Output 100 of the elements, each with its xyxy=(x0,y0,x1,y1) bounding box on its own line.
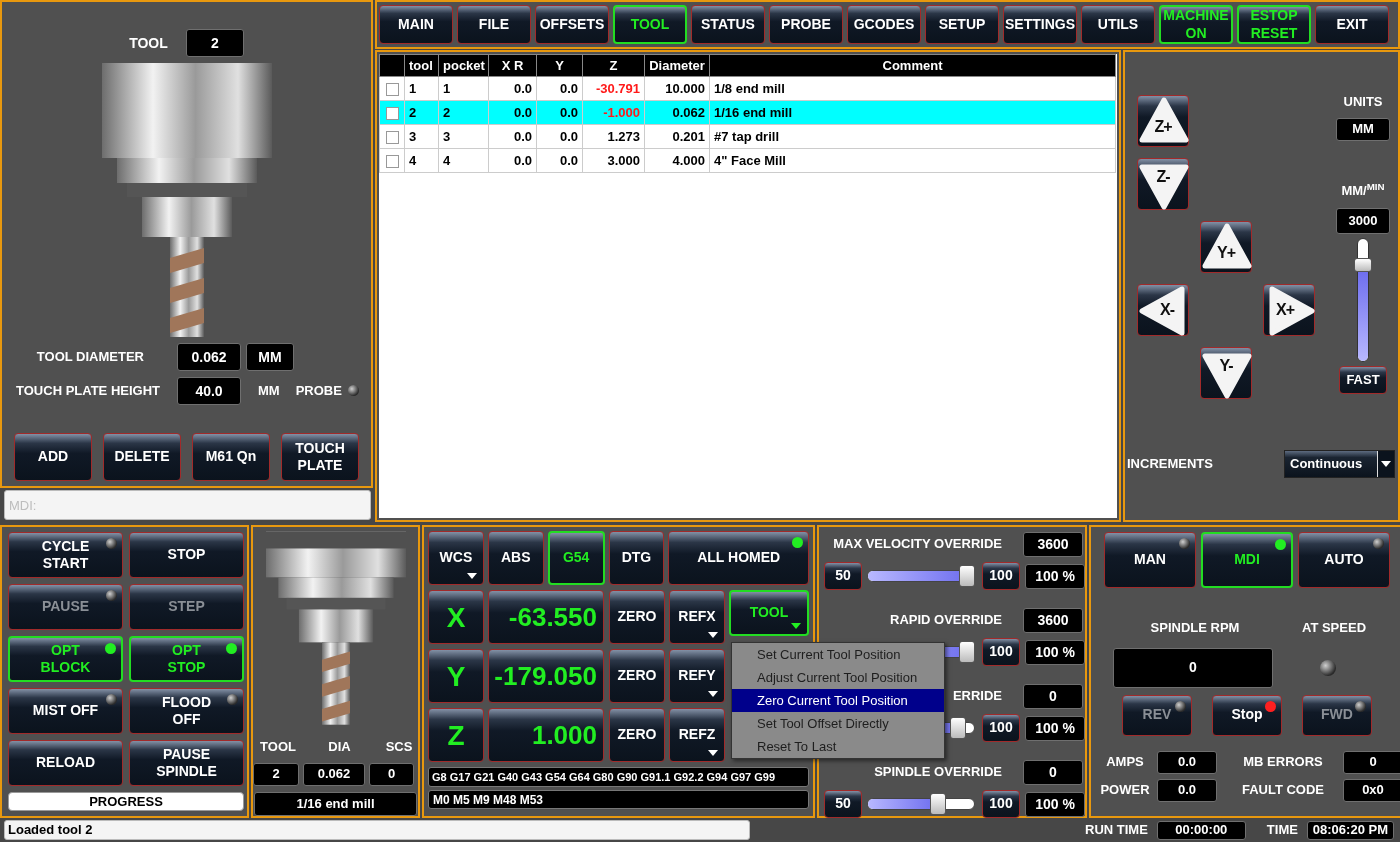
mode-button[interactable]: MDI xyxy=(1201,532,1293,588)
stat-value-field: 0.0 xyxy=(1157,750,1217,774)
field-label: TOUCH PLATE HEIGHT xyxy=(15,382,161,401)
zero-button[interactable]: ZERO xyxy=(609,649,665,703)
override-label: RAPID OVERRIDE xyxy=(890,611,1002,630)
jog-button[interactable]: Z+ xyxy=(1137,95,1189,147)
axis-position-readout: -179.050 xyxy=(488,649,604,703)
tool-action-button[interactable]: M61 Qn xyxy=(192,433,270,481)
table-row[interactable]: 4 4 0.0 0.0 3.000 4.000 4" Face Mill xyxy=(379,148,1116,173)
program-button[interactable]: MIST OFF xyxy=(8,688,123,734)
jog-button[interactable]: Z- xyxy=(1137,158,1189,210)
nav-tab[interactable]: PROBE xyxy=(769,5,843,44)
increments-dropdown[interactable]: Continuous xyxy=(1284,450,1395,478)
program-button[interactable]: PAUSE SPINDLE xyxy=(129,740,244,786)
axis-label: Y xyxy=(428,649,484,703)
tool-action-button[interactable]: TOUCH PLATE xyxy=(281,433,359,481)
menu-item[interactable]: Set Current Tool Position xyxy=(732,643,944,666)
nav-tab[interactable]: SETTINGS xyxy=(1003,5,1077,44)
column-header: Comment xyxy=(709,54,1116,77)
table-cell: 0.0 xyxy=(488,76,537,101)
override-label: SPINDLE OVERRIDE xyxy=(874,763,1002,782)
table-cell: 2 xyxy=(404,100,439,125)
override-value-field: 3600 xyxy=(1023,531,1083,557)
table-cell: 3 xyxy=(404,124,439,149)
program-button[interactable]: FLOOD OFF xyxy=(129,688,244,734)
column-header: Y xyxy=(536,54,583,77)
tool-action-button[interactable]: DELETE xyxy=(103,433,181,481)
zero-button[interactable]: ZERO xyxy=(609,708,665,762)
override-value-field: 0 xyxy=(1023,759,1083,785)
units-label: UNITS xyxy=(1343,93,1383,111)
axis-label: Z xyxy=(428,708,484,762)
nav-tab[interactable]: MAIN xyxy=(379,5,453,44)
menu-item[interactable]: Set Tool Offset Directly xyxy=(732,712,944,735)
table-cell: 4.000 xyxy=(644,148,710,173)
home-axis-button[interactable]: REFZ xyxy=(669,708,725,762)
nav-tab[interactable]: TOOL xyxy=(613,5,687,44)
spindle-rpm-readout: 0 xyxy=(1113,647,1273,688)
mode-button[interactable]: AUTO xyxy=(1298,532,1390,588)
table-cell: 2 xyxy=(438,100,489,125)
toggle-button[interactable]: MACHINE ON xyxy=(1159,5,1233,44)
active-gcodes-field: G8 G17 G21 G40 G43 G54 G64 G80 G90 G91.1 G92.2 G94 G97 G99 xyxy=(428,767,809,787)
info-value-field: 2 xyxy=(253,762,299,786)
progress-label: PROGRESS xyxy=(89,793,163,810)
increments-label: INCREMENTS xyxy=(1127,455,1213,474)
diameter-field: 0.062 xyxy=(177,343,241,371)
menu-item[interactable]: Zero Current Tool Position xyxy=(732,689,944,712)
jog-button[interactable]: Y+ xyxy=(1200,221,1252,273)
table-cell: 1.273 xyxy=(582,124,645,149)
menu-item[interactable]: Adjust Current Tool Position xyxy=(732,666,944,689)
column-header: tool xyxy=(404,54,439,77)
program-button[interactable]: OPT STOP xyxy=(129,636,244,682)
program-button[interactable]: OPT BLOCK xyxy=(8,636,123,682)
max-override-button[interactable]: 100 xyxy=(982,638,1020,666)
dro-mode-button[interactable]: ALL HOMED xyxy=(668,531,809,585)
fast-button[interactable]: FAST xyxy=(1339,366,1387,394)
jog-button[interactable]: Y- xyxy=(1200,347,1252,399)
tool-offset-button[interactable]: TOOL xyxy=(729,590,809,636)
column-header: X R xyxy=(488,54,537,77)
max-override-button[interactable]: 100 xyxy=(982,790,1020,818)
table-cell: 1/8 end mill xyxy=(709,76,1116,101)
table-row[interactable]: 3 3 0.0 0.0 1.273 0.201 #7 tap drill xyxy=(379,124,1116,149)
table-row[interactable]: 2 2 0.0 0.0 -1.000 0.062 1/16 end mill xyxy=(379,100,1116,125)
nav-tab[interactable]: STATUS xyxy=(691,5,765,44)
dro-mode-button[interactable]: DTG xyxy=(608,531,665,585)
spindle-button[interactable]: Stop xyxy=(1212,694,1282,736)
home-axis-button[interactable]: REFX xyxy=(669,590,725,644)
nav-tab[interactable]: EXIT xyxy=(1315,5,1389,44)
max-override-button[interactable]: 100 xyxy=(982,714,1020,742)
table-cell: 1 xyxy=(438,76,489,101)
nav-tab[interactable]: SETUP xyxy=(925,5,999,44)
active-mcodes-field: M0 M5 M9 M48 M53 xyxy=(428,790,809,809)
program-button[interactable]: CYCLE START xyxy=(8,532,123,578)
nav-tab[interactable]: UTILS xyxy=(1081,5,1155,44)
mode-button[interactable]: MAN xyxy=(1104,532,1196,588)
min-override-button[interactable]: 50 xyxy=(824,562,862,590)
zero-button[interactable]: ZERO xyxy=(609,590,665,644)
run-time-field: 00:00:00 xyxy=(1156,820,1246,840)
jog-button[interactable]: X+ xyxy=(1263,284,1315,336)
toggle-button[interactable]: ESTOP RESET xyxy=(1237,5,1311,44)
home-axis-button[interactable]: REFY xyxy=(669,649,725,703)
nav-tab[interactable]: OFFSETS xyxy=(535,5,609,44)
table-cell: 0.0 xyxy=(536,76,583,101)
min-override-button[interactable]: 50 xyxy=(824,790,862,818)
tool-action-button[interactable]: ADD xyxy=(14,433,92,481)
dro-mode-button[interactable]: ABS xyxy=(487,531,544,585)
jog-button[interactable]: X- xyxy=(1137,284,1189,336)
program-button[interactable]: RELOAD xyxy=(8,740,123,786)
table-cell: 0.0 xyxy=(488,148,537,173)
max-override-button[interactable]: 100 xyxy=(982,562,1020,590)
dro-mode-button[interactable]: WCS xyxy=(428,531,484,585)
table-row[interactable]: 1 1 0.0 0.0 -30.791 10.000 1/8 end mill xyxy=(379,76,1116,101)
info-label: TOOL xyxy=(259,738,297,757)
program-button[interactable]: STOP xyxy=(129,532,244,578)
tool-label: TOOL xyxy=(129,33,168,53)
nav-tab[interactable]: FILE xyxy=(457,5,531,44)
nav-tab[interactable]: GCODES xyxy=(847,5,921,44)
at-speed-label: AT SPEED xyxy=(1300,619,1368,637)
dro-mode-button[interactable]: G54 xyxy=(547,531,605,585)
menu-item[interactable]: Reset To Last xyxy=(732,735,944,758)
table-cell: 4 xyxy=(404,148,439,173)
